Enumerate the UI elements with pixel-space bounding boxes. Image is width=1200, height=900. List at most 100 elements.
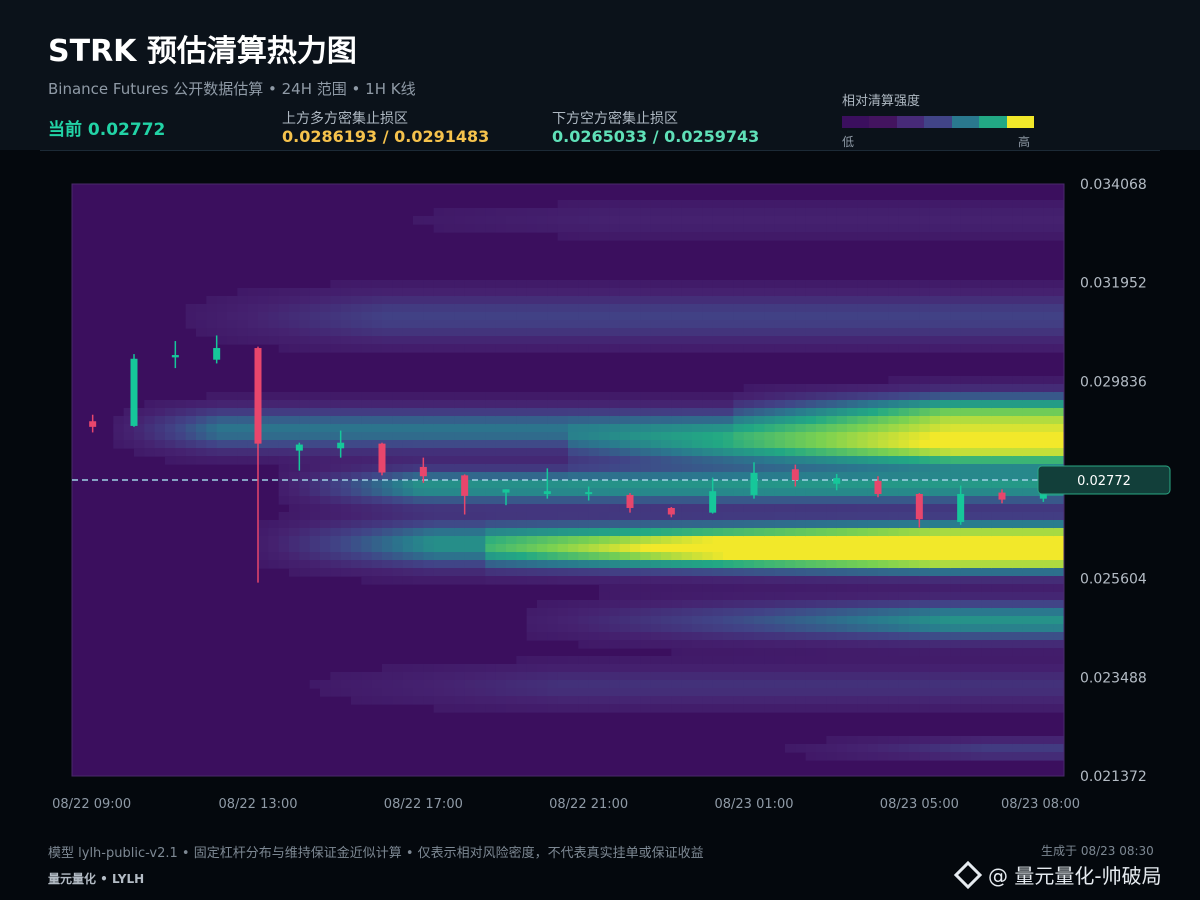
heatmap-cell [888,464,900,473]
heatmap-cell [857,560,869,569]
heatmap-cell [1022,400,1034,409]
heatmap-cell [867,424,879,433]
heatmap-cell [454,304,466,313]
heatmap-cell [940,584,951,593]
heatmap-cell [816,224,827,233]
heatmap-cell [1012,648,1024,657]
heatmap-cell [206,328,218,337]
heatmap-cell [464,456,476,465]
heatmap-cell [361,312,373,321]
heatmap-cell [692,424,703,433]
heatmap-cell [516,224,528,233]
heatmap-cell [929,480,941,489]
heatmap-cell [196,448,207,457]
heatmap-cell [630,336,641,345]
heatmap-cell [950,624,962,633]
heatmap-cell [640,640,652,649]
heatmap-cell [464,528,476,537]
heatmap-cell [950,672,962,681]
heatmap-cell [795,304,807,313]
heatmap-cell [113,424,125,433]
heatmap-cell [805,552,817,561]
heatmap-cell [754,688,765,697]
heatmap-cell [413,504,424,513]
heatmap-cell [733,584,745,593]
heatmap-cell [1043,384,1055,393]
heatmap-cell [1002,232,1013,241]
heatmap-cell [619,304,631,313]
heatmap-cell [433,664,445,673]
heatmap-cell [991,584,1003,593]
heatmap-cell [1043,664,1055,673]
heatmap-cell [1022,208,1034,217]
heatmap-cell [526,216,538,225]
heatmap-cell [464,448,476,457]
heatmap-cell [816,312,827,321]
heatmap-cell [1043,688,1055,697]
heatmap-cell [888,552,900,561]
heatmap-cell [681,656,693,665]
heatmap-cell [681,568,693,577]
heatmap-cell [1022,336,1034,345]
heatmap-cell [268,560,280,569]
heatmap-cell [836,304,848,313]
heatmap-cell [351,528,362,537]
heatmap-cell [692,304,703,313]
heatmap-cell [743,616,755,625]
heatmap-cell [991,536,1003,545]
heatmap-cell [609,320,621,329]
heatmap-cell [671,392,683,401]
heatmap-cell [1043,600,1055,609]
heatmap-cell [320,320,331,329]
heatmap-cell [960,424,972,433]
heatmap-cell [681,560,693,569]
heatmap-cell [630,696,641,705]
heatmap-cell [867,512,879,521]
heatmap-cell [485,424,497,433]
heatmap-cell [971,448,982,457]
heatmap-cell [392,488,404,497]
heatmap-cell [557,600,569,609]
heatmap-cell [299,480,311,489]
heatmap-cell [1022,744,1034,753]
heatmap-cell [867,752,879,761]
heatmap-cell [351,488,362,497]
heatmap-cell [898,224,910,233]
heatmap-cell [898,496,910,505]
heatmap-cell [878,744,889,753]
heatmap-cell [1033,632,1044,641]
heatmap-cell [495,288,507,297]
heatmap-cell [588,664,600,673]
heatmap-cell [557,608,569,617]
heatmap-cell [609,704,621,713]
heatmap-cell [299,336,311,345]
heatmap-cell [795,344,807,353]
heatmap-cell [516,544,528,553]
heatmap-cell [413,456,424,465]
heatmap-cell [847,752,858,761]
heatmap-cell [196,432,207,441]
heatmap-cell [888,736,900,745]
heatmap-cell [382,680,393,689]
heatmap-cell [382,504,393,513]
heatmap-cell [413,480,424,489]
heatmap-cell [785,608,796,617]
heatmap-cell [733,408,745,417]
heatmap-cell [557,440,569,449]
heatmap-cell [764,232,776,241]
heatmap-cell [929,400,941,409]
heatmap-cell [547,440,559,449]
heatmap-cell [227,304,238,313]
heatmap-cell [557,488,569,497]
heatmap-cell [836,512,848,521]
heatmap-cell [1012,736,1024,745]
heatmap-cell [650,280,662,289]
heatmap-cell [971,616,982,625]
heatmap-cell [805,488,817,497]
heatmap-cell [754,200,765,209]
heatmap-cell [495,344,507,353]
heatmap-cell [433,208,445,217]
heatmap-cell [506,696,517,705]
heatmap-cell [588,672,600,681]
heatmap-cell [836,632,848,641]
